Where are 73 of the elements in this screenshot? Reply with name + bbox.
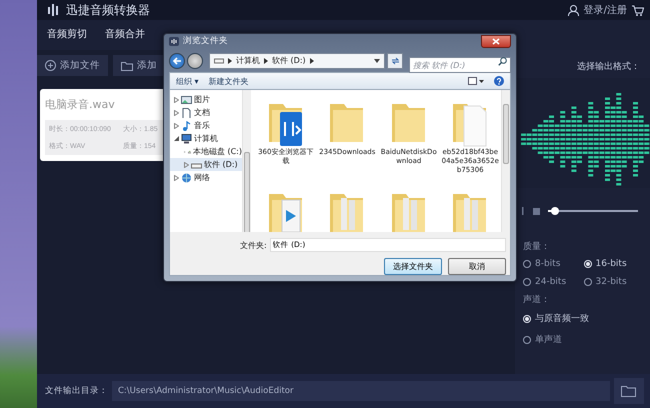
help-icon [494, 76, 504, 86]
chevron-icon [310, 58, 314, 64]
scrollbar[interactable] [501, 90, 510, 232]
view-options-icon [468, 77, 484, 86]
scrollbar[interactable] [242, 90, 251, 232]
picture-icon [181, 94, 192, 104]
refresh-icon [390, 56, 400, 65]
radio-option[interactable]: 单声道 [523, 333, 644, 346]
plus-circle-icon [45, 60, 56, 71]
close-icon [492, 38, 500, 45]
folder-icon [621, 385, 637, 397]
search-field[interactable]: 搜索 软件 (D:) [409, 57, 511, 74]
document-icon [181, 108, 192, 118]
dialog-title: 浏览文件夹 [183, 35, 228, 48]
tab[interactable]: 音频合并 [105, 23, 145, 47]
breadcrumb-item[interactable]: 计算机 [236, 55, 260, 66]
cancel-button[interactable]: 取消 [448, 258, 506, 275]
cart-icon [632, 4, 644, 16]
file-name: 电脑录音.wav [45, 97, 115, 113]
output-directory-label: 文件输出目录： [45, 385, 108, 397]
pause-icon [521, 207, 525, 215]
collapsed-arrow-icon [174, 96, 179, 102]
radio-option[interactable]: 与原音频一致 [523, 312, 644, 325]
dropdown-icon [374, 58, 380, 63]
back-arrow-icon [172, 56, 182, 65]
breadcrumb-item[interactable]: 软件 (D:) [272, 55, 306, 66]
tree-item[interactable]: 计算机 [170, 132, 242, 145]
computer-icon [181, 134, 192, 144]
close-button[interactable] [481, 34, 511, 48]
tree-item[interactable]: 图片 [170, 93, 242, 106]
output-path-field[interactable]: C:\Users\Administrator\Music\AudioEditor [112, 381, 610, 401]
collapsed-arrow-icon [174, 122, 179, 128]
output-format-label: 选择输出格式： [576, 60, 641, 74]
radio-option[interactable]: 16-bits [584, 259, 644, 269]
stop-icon [533, 208, 540, 214]
add-folder-button[interactable]: 添加 [113, 55, 165, 76]
chevron-icon [264, 58, 268, 64]
add-file-button[interactable]: 添加文件 [37, 55, 108, 76]
forward-button[interactable] [187, 52, 203, 69]
address-bar[interactable]: 计算机 软件 (D:) [209, 52, 385, 69]
app-logo-icon [47, 4, 61, 16]
network-icon [181, 172, 192, 182]
radio-option[interactable]: 32-bits [584, 277, 644, 287]
browse-folder-button[interactable] [614, 378, 644, 404]
quality-label: 质量： [523, 240, 551, 253]
slider-thumb[interactable] [551, 207, 560, 215]
collapsed-arrow-icon [174, 174, 179, 180]
tree-item[interactable]: 音乐 [170, 119, 242, 132]
collapsed-arrow-icon [184, 162, 189, 168]
toolbar-command[interactable]: 组织 ▾ [176, 76, 199, 87]
chevron-icon [228, 58, 232, 64]
music-icon [181, 120, 192, 130]
radio-option[interactable]: 8-bits [523, 259, 584, 269]
tab[interactable]: 音频剪切 [47, 23, 87, 47]
drive-icon [214, 58, 224, 64]
tree-item[interactable]: 网络 [170, 171, 242, 184]
login-link[interactable]: 登录/注册 [584, 3, 627, 17]
tree-item[interactable]: 文档 [170, 106, 242, 119]
select-folder-button[interactable]: 选择文件夹 [384, 258, 442, 275]
channel-label: 声道： [523, 294, 551, 306]
app-title: 迅捷音频转换器 [66, 2, 150, 18]
app-logo-icon [169, 36, 179, 46]
tree-item[interactable]: 软件 (D:) [170, 158, 242, 171]
collapsed-arrow-icon [174, 110, 179, 116]
user-icon [568, 4, 579, 16]
tree-item[interactable]: 本地磁盘 (C:) [170, 145, 242, 158]
back-button[interactable] [169, 52, 185, 69]
search-icon [498, 56, 507, 66]
folder-label: 文件夹: [240, 240, 267, 250]
toolbar-command[interactable]: 新建文件夹 [208, 76, 249, 87]
radio-option[interactable]: 24-bits [523, 277, 584, 287]
refresh-button[interactable] [387, 52, 403, 69]
folder-icon [121, 60, 133, 70]
